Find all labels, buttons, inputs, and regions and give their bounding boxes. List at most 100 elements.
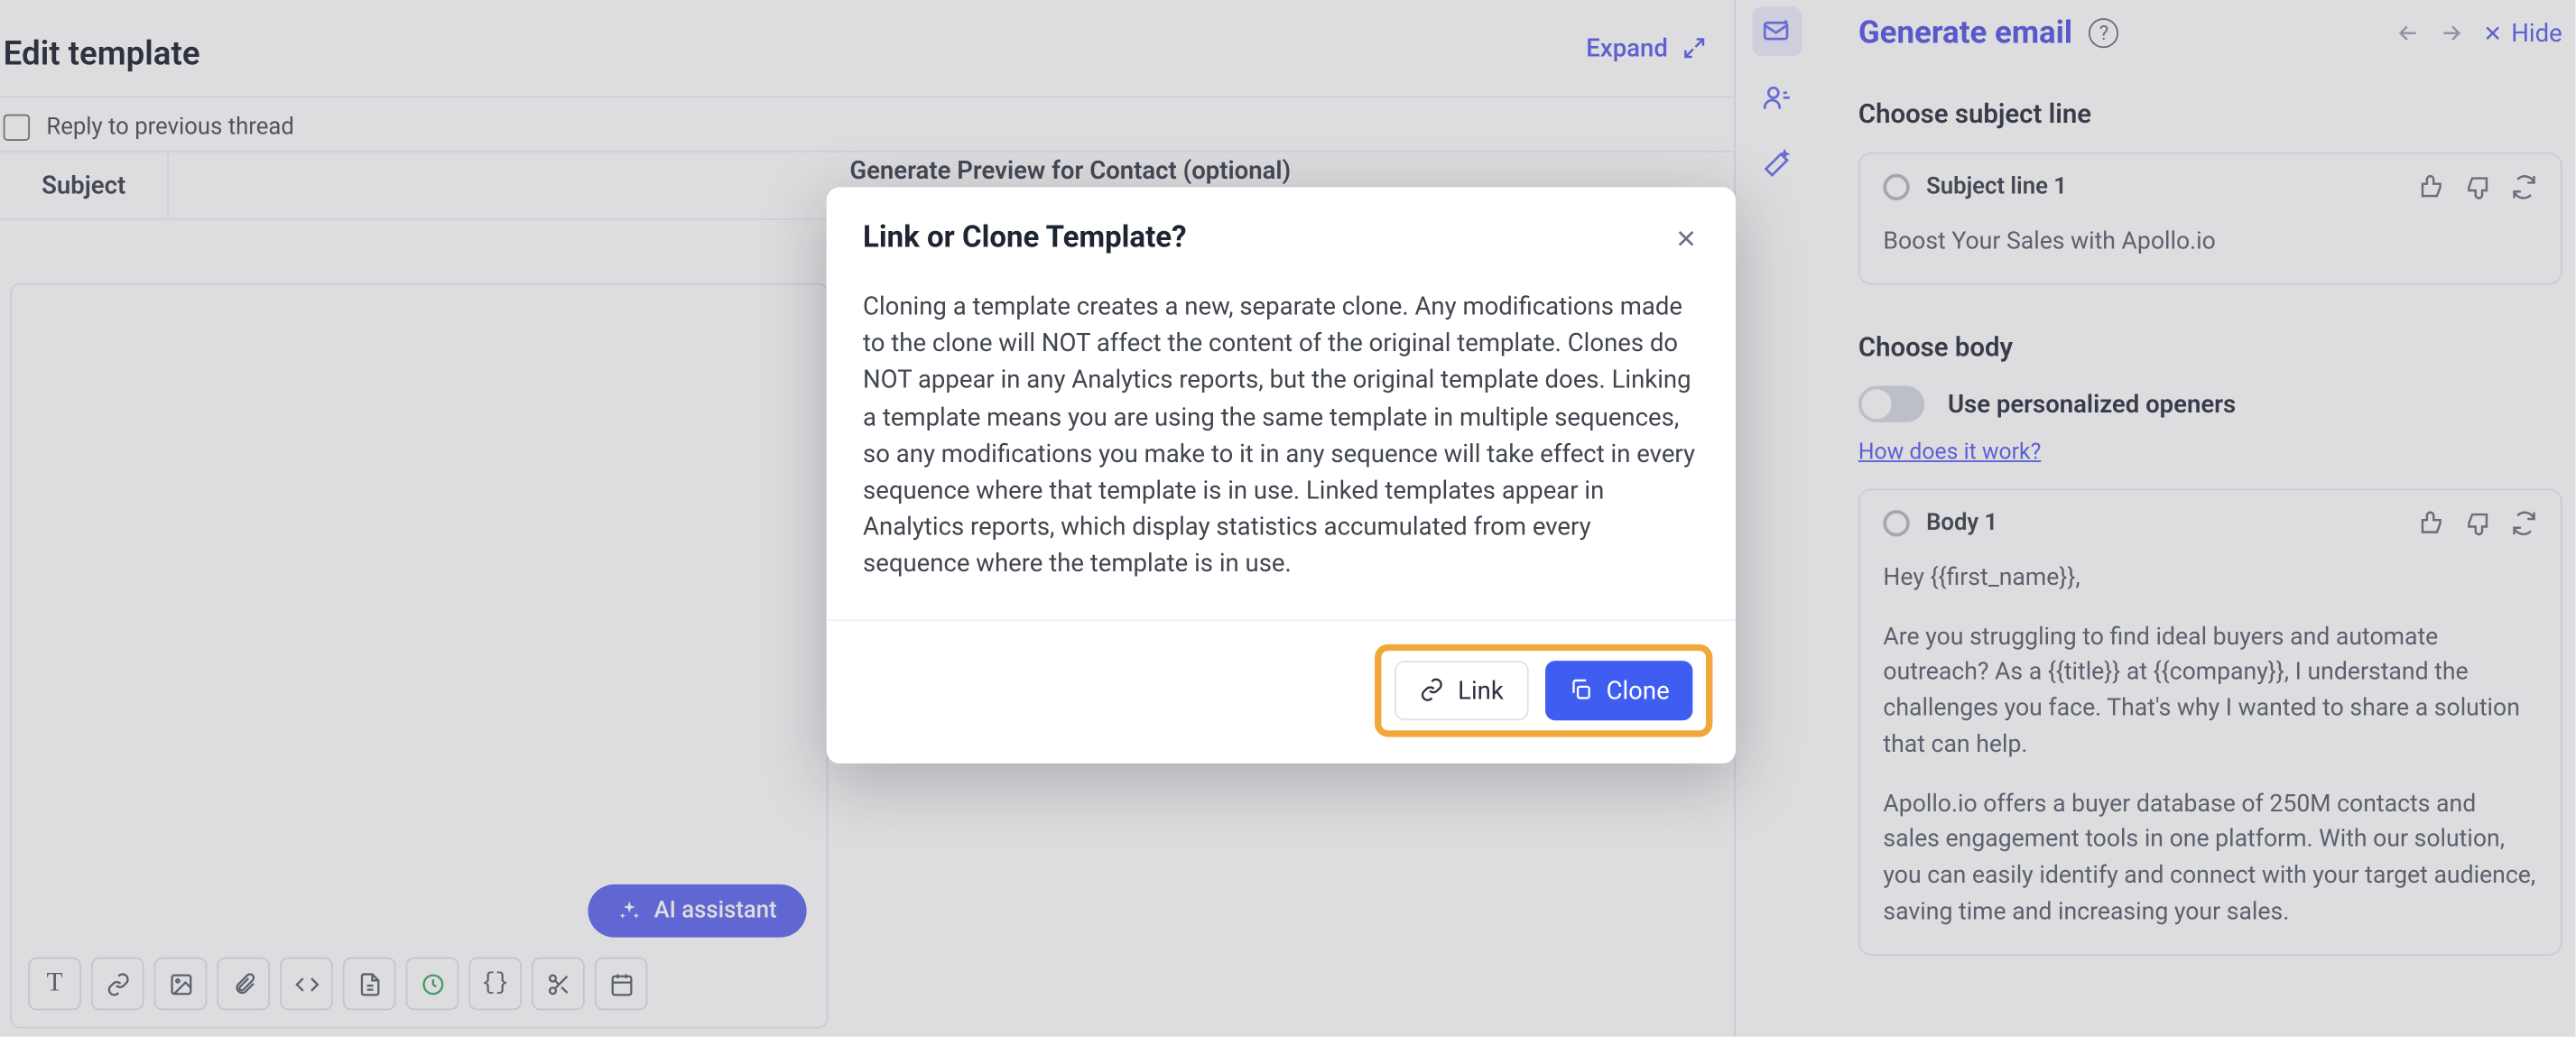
right-panel-title: Generate email <box>1858 14 2072 51</box>
contacts-icon-button[interactable] <box>1752 73 1802 123</box>
wand-icon <box>1762 149 1792 179</box>
meeting-icon <box>420 971 445 996</box>
email-body-editor[interactable]: AI assistant T {} <box>10 283 828 1029</box>
close-icon <box>2481 21 2505 44</box>
subject1-title: Subject line 1 <box>1926 174 2067 200</box>
image-button[interactable] <box>154 958 208 1011</box>
text-icon: T <box>47 968 63 998</box>
subject1-actions <box>2418 174 2537 200</box>
side-rail <box>1752 6 1808 189</box>
personalized-toggle[interactable] <box>1858 385 1924 421</box>
magic-icon-button[interactable] <box>1752 139 1802 189</box>
modal-header: Link or Clone Template? <box>827 187 1736 278</box>
reply-checkbox-input[interactable] <box>4 115 30 141</box>
thumbs-up-button[interactable] <box>2418 510 2444 536</box>
thumbs-up-icon <box>2418 510 2444 536</box>
mail-ai-icon-button[interactable] <box>1752 6 1802 56</box>
attachment-button[interactable] <box>217 958 270 1011</box>
close-icon <box>1673 225 1699 251</box>
right-panel-header: Generate email ? Hide <box>1858 14 2562 51</box>
nav-back-button[interactable] <box>2395 19 2422 45</box>
personalized-toggle-label: Use personalized openers <box>1948 389 2236 419</box>
subject1-text: Boost Your Sales with Apollo.io <box>1883 224 2537 260</box>
refresh-icon <box>2511 510 2537 536</box>
meeting-button[interactable] <box>406 958 459 1011</box>
code-icon <box>294 971 320 996</box>
ai-assistant-button[interactable]: AI assistant <box>588 884 806 938</box>
variables-button[interactable]: {} <box>468 958 522 1011</box>
body1-greeting: Hey {{first_name}}, <box>1883 560 2537 596</box>
calendar-button[interactable] <box>595 958 648 1011</box>
doc-icon <box>357 971 382 996</box>
link-icon <box>1420 678 1445 703</box>
right-panel-nav: Hide <box>2395 17 2562 47</box>
modal-title: Link or Clone Template? <box>863 220 1187 255</box>
thumbs-up-icon <box>2418 174 2444 200</box>
mail-sparkle-icon <box>1762 16 1792 46</box>
refresh-button[interactable] <box>2511 174 2537 200</box>
reply-thread-checkbox[interactable]: Reply to previous thread <box>4 97 294 141</box>
hide-label: Hide <box>2511 17 2562 47</box>
link-clone-modal: Link or Clone Template? Cloning a templa… <box>827 187 1736 763</box>
thumbs-down-button[interactable] <box>2464 510 2490 536</box>
refresh-button[interactable] <box>2511 510 2537 536</box>
generate-preview-label: Generate Preview for Contact (optional) <box>849 139 1291 185</box>
reply-checkbox-label: Reply to previous thread <box>46 115 293 141</box>
attachment-icon <box>231 971 256 996</box>
arrow-left-icon <box>2395 19 2422 45</box>
action-highlight: Link Clone <box>1375 643 1712 736</box>
subject1-radio[interactable] <box>1883 174 1909 200</box>
expand-label: Expand <box>1586 33 1668 63</box>
link-button[interactable] <box>91 958 144 1011</box>
expand-icon <box>1682 35 1708 61</box>
link-button-label: Link <box>1458 675 1504 705</box>
hide-panel-button[interactable]: Hide <box>2481 17 2562 47</box>
body1-actions <box>2418 510 2537 536</box>
body1-radio[interactable] <box>1883 510 1909 536</box>
modal-footer: Link Clone <box>827 618 1736 763</box>
braces-icon: {} <box>481 970 509 996</box>
help-icon[interactable]: ? <box>2089 17 2118 47</box>
link-icon <box>106 971 131 996</box>
subject-label: Subject <box>0 153 169 218</box>
nav-forward-button[interactable] <box>2439 19 2465 45</box>
snippets-button[interactable] <box>532 958 585 1011</box>
expand-button[interactable]: Expand <box>1586 33 1708 63</box>
thumbs-up-button[interactable] <box>2418 174 2444 200</box>
text-format-button[interactable]: T <box>28 958 81 1011</box>
personalized-toggle-row: Use personalized openers <box>1858 385 2562 421</box>
arrow-right-icon <box>2439 19 2465 45</box>
refresh-icon <box>2511 174 2537 200</box>
main-header: Edit template Expand <box>0 0 1734 96</box>
link-button[interactable]: Link <box>1395 660 1528 719</box>
thumbs-down-button[interactable] <box>2464 174 2490 200</box>
copy-icon <box>1568 678 1593 703</box>
body1-p2: Apollo.io offers a buyer database of 250… <box>1883 786 2537 931</box>
subject-line-card[interactable]: Subject line 1 Boost Your Sales with Apo… <box>1858 153 2562 284</box>
right-panel: Generate email ? Hide Choose subject lin… <box>1835 0 2575 1037</box>
thumbs-down-icon <box>2464 510 2490 536</box>
image-icon <box>168 971 193 996</box>
document-button[interactable] <box>343 958 396 1011</box>
body1-p1: Are you struggling to find ideal buyers … <box>1883 618 2537 763</box>
code-button[interactable] <box>280 958 333 1011</box>
clone-button-label: Clone <box>1607 675 1670 705</box>
thumbs-down-icon <box>2464 174 2490 200</box>
modal-close-button[interactable] <box>1673 225 1699 251</box>
sparkle-icon <box>617 899 641 922</box>
page-title: Edit template <box>4 33 200 73</box>
subject-card-head: Subject line 1 <box>1883 174 2537 200</box>
calendar-icon <box>608 971 634 996</box>
modal-body: Cloning a template creates a new, separa… <box>827 278 1736 618</box>
clone-button[interactable]: Clone <box>1545 660 1693 719</box>
how-does-it-work-link[interactable]: How does it work? <box>1858 439 2562 465</box>
subject-section-title: Choose subject line <box>1858 97 2562 129</box>
scissors-icon <box>546 971 571 996</box>
contacts-icon <box>1762 83 1792 113</box>
body1-title: Body 1 <box>1926 510 1997 536</box>
body-card[interactable]: Body 1 Hey {{first_name}}, Are you strug… <box>1858 488 2562 955</box>
ai-assistant-label: AI assistant <box>654 898 777 924</box>
body-section-title: Choose body <box>1858 331 2562 363</box>
body1-content: Hey {{first_name}}, Are you struggling t… <box>1883 560 2537 931</box>
body-card-head: Body 1 <box>1883 510 2537 536</box>
